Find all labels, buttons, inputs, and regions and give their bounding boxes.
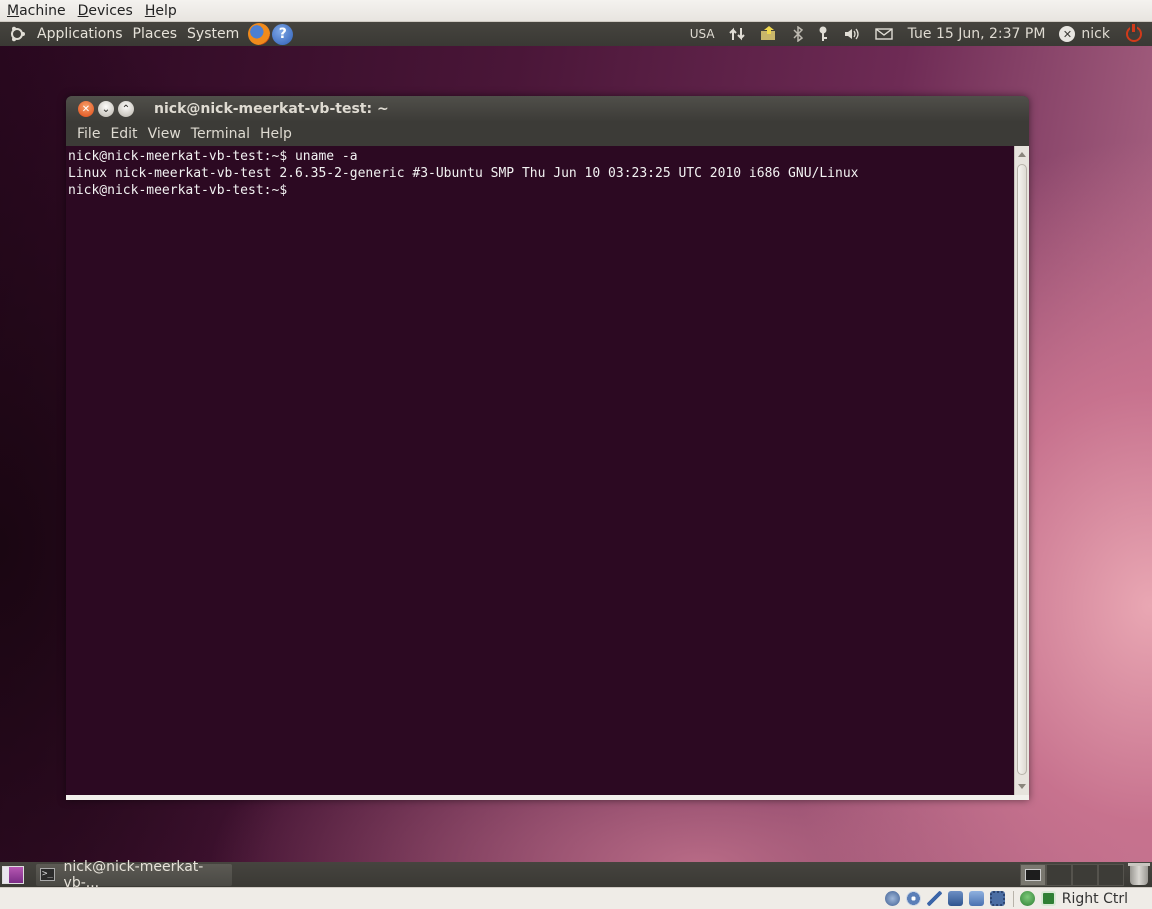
menu-label: elp <box>155 2 177 19</box>
keyboard-capture-icon[interactable] <box>1040 891 1056 906</box>
terminal-window: ✕ ⌄ ⌃ nick@nick-meerkat-vb-test: ~ File … <box>66 96 1029 800</box>
vbox-menu-devices[interactable]: Devices <box>75 3 136 19</box>
mnemonic: H <box>144 2 156 19</box>
terminal-line: Linux nick-meerkat-vb-test 2.6.35-2-gene… <box>68 166 859 181</box>
window-titlebar[interactable]: ✕ ⌄ ⌃ nick@nick-meerkat-vb-test: ~ <box>66 96 1029 122</box>
terminal-scrollbar[interactable] <box>1014 146 1029 795</box>
menu-applications[interactable]: Applications <box>32 26 128 42</box>
workspace-1[interactable] <box>1020 863 1046 886</box>
help-icon[interactable]: ? <box>272 23 294 45</box>
network-adapter-icon[interactable] <box>947 891 963 906</box>
terminal-menu-view[interactable]: View <box>143 126 186 142</box>
taskbar-item-label: nick@nick-meerkat-vb-... <box>63 858 204 891</box>
minimize-window-button[interactable]: ⌄ <box>98 101 114 117</box>
hard-disk-icon[interactable] <box>884 891 900 906</box>
terminal-menu-file[interactable]: File <box>72 126 105 142</box>
top-panel: Applications Places System ? USA Tue 15 … <box>0 22 1152 46</box>
mnemonic: D <box>77 2 89 19</box>
update-icon[interactable] <box>759 25 779 43</box>
menu-places[interactable]: Places <box>128 26 183 42</box>
close-window-button[interactable]: ✕ <box>78 101 94 117</box>
terminal-line: nick@nick-meerkat-vb-test:~$ uname -a <box>68 149 358 164</box>
mail-icon[interactable] <box>874 27 893 41</box>
vbox-menu-machine[interactable]: Machine <box>4 3 69 19</box>
show-desktop-icon[interactable] <box>2 865 24 884</box>
window-title: nick@nick-meerkat-vb-test: ~ <box>154 101 389 117</box>
usb-icon[interactable] <box>926 891 942 906</box>
menu-label: evices <box>88 2 133 19</box>
scroll-up-arrow[interactable] <box>1018 152 1026 157</box>
terminal-menubar: File Edit View Terminal Help <box>66 122 1029 146</box>
shared-folder-icon[interactable] <box>968 891 984 906</box>
terminal-menu-edit[interactable]: Edit <box>105 126 142 142</box>
maximize-window-button[interactable]: ⌃ <box>118 101 134 117</box>
terminal-menu-terminal[interactable]: Terminal <box>186 126 255 142</box>
desktop-wallpaper: ✕ ⌄ ⌃ nick@nick-meerkat-vb-test: ~ File … <box>0 46 1152 862</box>
clock[interactable]: Tue 15 Jun, 2:37 PM <box>908 26 1046 42</box>
power-icon[interactable] <box>1126 24 1142 42</box>
bluetooth-icon[interactable] <box>793 26 803 42</box>
user-menu[interactable]: ✕ nick <box>1059 26 1110 42</box>
ubuntu-logo-icon[interactable] <box>8 25 26 43</box>
optical-drive-icon[interactable] <box>905 891 921 906</box>
virtualization-icon <box>989 891 1005 906</box>
username-label: nick <box>1081 26 1110 42</box>
workspace-3[interactable] <box>1072 863 1098 886</box>
vbox-menubar: Machine Devices Help <box>0 0 1152 22</box>
terminal-menu-help[interactable]: Help <box>255 126 297 142</box>
menu-label: achine <box>19 2 66 19</box>
scrollbar-thumb[interactable] <box>1017 164 1027 775</box>
user-status-icon: ✕ <box>1059 26 1076 42</box>
vbox-statusbar: Right Ctrl <box>0 887 1152 909</box>
firefox-icon[interactable] <box>248 23 271 45</box>
workspace-2[interactable] <box>1046 863 1072 886</box>
volume-icon[interactable] <box>843 26 861 42</box>
taskbar-item-terminal[interactable]: >_ nick@nick-meerkat-vb-... <box>36 859 232 891</box>
vbox-menu-help[interactable]: Help <box>142 3 180 19</box>
terminal-prompt-line: nick@nick-meerkat-vb-test:~$ <box>68 183 295 198</box>
scroll-down-arrow[interactable] <box>1018 784 1026 789</box>
key-icon[interactable] <box>817 26 829 42</box>
host-key-label: Right Ctrl <box>1061 890 1128 907</box>
workspace-window-thumbnail <box>1025 868 1041 881</box>
network-icon[interactable] <box>728 26 745 42</box>
workspace-switcher <box>1020 863 1124 886</box>
terminal-output[interactable]: nick@nick-meerkat-vb-test:~$ uname -a Lin… <box>66 146 1014 795</box>
statusbar-separator <box>1012 890 1014 907</box>
menu-system[interactable]: System <box>182 26 244 42</box>
mouse-integration-icon[interactable] <box>1019 891 1035 906</box>
mnemonic: M <box>7 2 20 19</box>
trash-icon[interactable] <box>1128 862 1150 885</box>
terminal-icon: >_ <box>40 868 55 881</box>
workspace-4[interactable] <box>1098 863 1124 886</box>
window-bottom-edge <box>66 795 1029 800</box>
bottom-panel: >_ nick@nick-meerkat-vb-... <box>0 859 1152 891</box>
keyboard-layout-indicator[interactable]: USA <box>690 27 715 41</box>
